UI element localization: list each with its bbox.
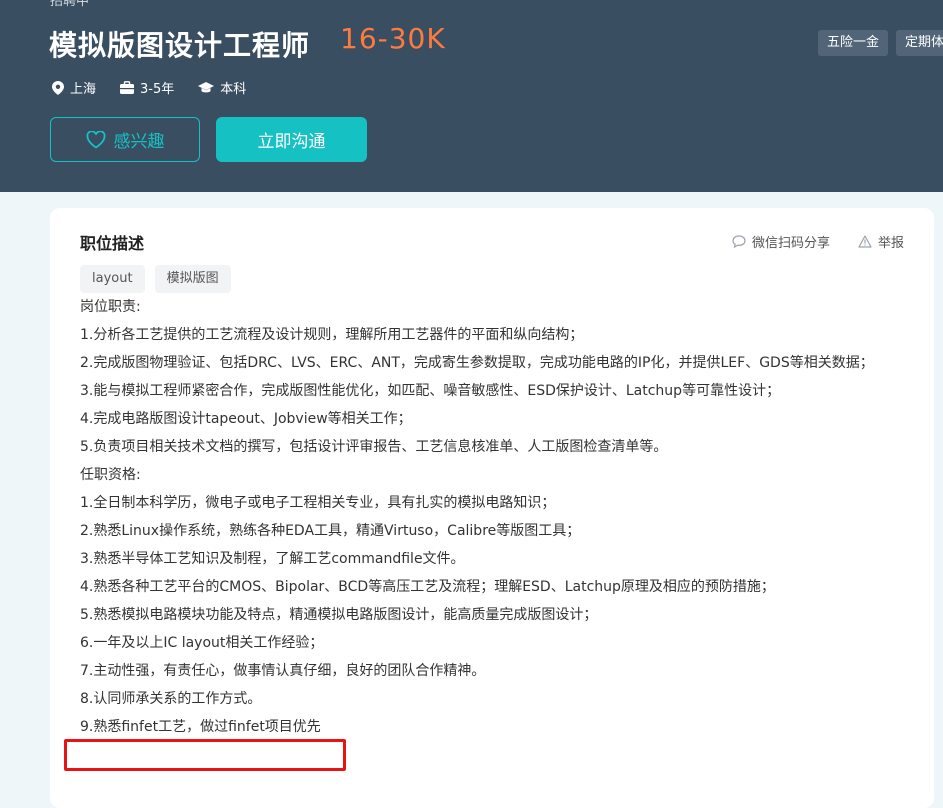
- desc-line-highlighted: 9.熟悉finfet工艺，做过finfet项目优先: [80, 719, 321, 735]
- heart-icon: [86, 130, 105, 149]
- chat-now-button[interactable]: 立即沟通: [216, 117, 367, 162]
- warning-icon: [858, 235, 872, 248]
- skill-tag: layout: [80, 265, 145, 293]
- desc-line: 岗位职责:: [80, 299, 141, 315]
- desc-line: 任职资格:: [80, 467, 141, 483]
- meta-degree-label: 本科: [220, 82, 247, 97]
- meta-city: 上海: [52, 78, 96, 97]
- briefcase-icon: [120, 81, 135, 94]
- highlight-box: [64, 739, 346, 771]
- report-link[interactable]: 举报: [858, 232, 904, 251]
- job-meta: 上海 3-5年 本科: [52, 78, 246, 97]
- desc-line: 2.完成版图物理验证、包括DRC、LVS、ERC、ANT，完成寄生参数提取，完成…: [80, 355, 874, 371]
- graduation-cap-icon: [198, 81, 215, 92]
- chat-bubble-icon: [732, 235, 746, 248]
- job-header: 招聘中 模拟版图设计工程师 16-30K 五险一金 定期体 上海 3-5年 本科…: [0, 0, 943, 192]
- desc-line: 7.主动性强，有责任心，做事情认真仔细，良好的团队合作精神。: [80, 663, 486, 679]
- desc-line: 8.认同师承关系的工作方式。: [80, 691, 262, 707]
- desc-line: 3.熟悉半导体工艺知识及制程，了解工艺commandfile文件。: [80, 551, 465, 567]
- desc-line: 4.完成电路版图设计tapeout、Jobview等相关工作；: [80, 411, 412, 427]
- benefit-tags: 五险一金 定期体: [818, 30, 943, 56]
- job-status: 招聘中: [50, 0, 90, 9]
- job-description-text: 岗位职责: 1.分析各工艺提供的工艺流程及设计规则，理解所用工艺器件的平面和纵向…: [80, 293, 910, 741]
- benefit-tag: 定期体: [896, 30, 943, 56]
- meta-city-label: 上海: [70, 82, 97, 97]
- salary: 16-30K: [340, 22, 446, 55]
- wechat-share-label: 微信扫码分享: [751, 236, 830, 251]
- desc-line: 5.熟悉模拟电路模块功能及特点，精通模拟电路版图设计，能高质量完成版图设计；: [80, 607, 598, 623]
- meta-experience: 3-5年: [120, 78, 174, 97]
- desc-line: 6.一年及以上IC layout相关工作经验；: [80, 635, 324, 651]
- desc-line: 1.全日制本科学历，微电子或电子工程相关专业，具有扎实的模拟电路知识；: [80, 495, 556, 511]
- report-label: 举报: [877, 236, 904, 251]
- job-title: 模拟版图设计工程师: [49, 29, 311, 62]
- desc-line: 2.熟悉Linux操作系统，熟练各种EDA工具，精通Virtuso，Calibr…: [80, 523, 581, 539]
- location-pin-icon: [52, 80, 64, 95]
- job-description-card: 职位描述 微信扫码分享 举报 layout 模拟版图 岗位职责: 1.分析各工艺…: [50, 208, 934, 808]
- benefit-tag: 五险一金: [818, 30, 889, 56]
- interested-label: 感兴趣: [113, 132, 165, 152]
- desc-line: 5.负责项目相关技术文档的撰写，包括设计评审报告、工艺信息核准单、人工版图检查清…: [80, 439, 668, 455]
- skill-tag: 模拟版图: [154, 265, 231, 293]
- desc-line: 1.分析各工艺提供的工艺流程及设计规则，理解所用工艺器件的平面和纵向结构；: [80, 327, 584, 343]
- wechat-share-link[interactable]: 微信扫码分享: [732, 232, 830, 251]
- desc-line: 4.熟悉各种工艺平台的CMOS、Bipolar、BCD等高压工艺及流程；理解ES…: [80, 579, 775, 595]
- meta-experience-label: 3-5年: [140, 82, 175, 97]
- interested-button[interactable]: 感兴趣: [50, 117, 200, 162]
- card-actions: 微信扫码分享 举报: [732, 232, 904, 251]
- meta-degree: 本科: [198, 78, 246, 97]
- section-title: 职位描述: [80, 234, 145, 253]
- skill-tags: layout 模拟版图: [80, 265, 231, 293]
- desc-line: 3.能与模拟工程师紧密合作，完成版图性能优化，如匹配、噪音敏感性、ESD保护设计…: [80, 383, 781, 399]
